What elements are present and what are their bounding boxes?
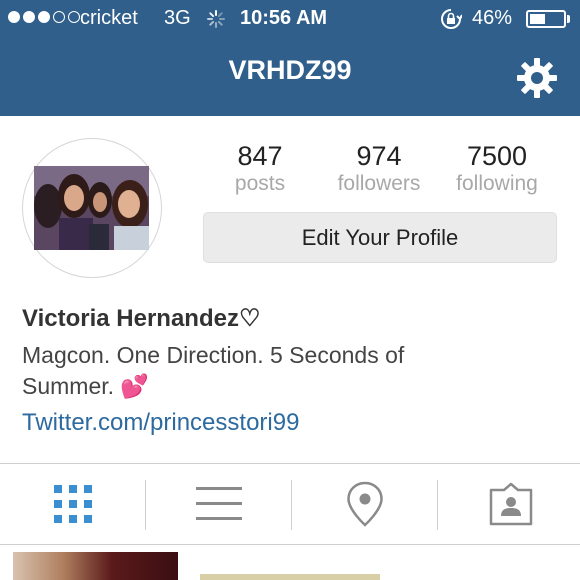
network-type: 3G bbox=[164, 7, 191, 29]
tab-tagged[interactable] bbox=[438, 464, 580, 544]
activity-spinner-icon bbox=[207, 10, 225, 28]
full-name: Victoria Hernandez♡ bbox=[22, 305, 261, 332]
posts-label: posts bbox=[234, 172, 286, 195]
battery-cap bbox=[567, 15, 570, 23]
tab-grid[interactable] bbox=[0, 464, 145, 544]
following-label: following bbox=[456, 172, 538, 195]
followers-count: 974 bbox=[356, 141, 402, 171]
avatar-photo bbox=[34, 166, 149, 250]
list-icon bbox=[195, 487, 242, 520]
battery-icon bbox=[526, 10, 566, 28]
grid-icon bbox=[53, 485, 92, 523]
bio-text: Magcon. One Direction. 5 Seconds of Summ… bbox=[22, 342, 405, 399]
followers-label: followers bbox=[337, 172, 421, 195]
rotation-lock-icon bbox=[441, 9, 462, 29]
battery-percent: 46% bbox=[472, 7, 513, 29]
profile-link[interactable]: Twitter.com/princesstori99 bbox=[22, 409, 299, 437]
tagged-person-icon bbox=[489, 482, 532, 526]
top-bar: cricket 3G 10:56 AM 46% VRHDZ99 bbox=[0, 0, 580, 116]
gear-icon[interactable] bbox=[516, 57, 558, 99]
post-thumbnail[interactable] bbox=[200, 574, 380, 580]
signal-strength-icon bbox=[8, 11, 80, 23]
location-pin-icon bbox=[346, 481, 383, 527]
carrier-name: cricket bbox=[80, 7, 138, 29]
posts-stat[interactable]: 847 posts bbox=[200, 141, 320, 196]
tab-location[interactable] bbox=[292, 464, 437, 544]
profile-tab-bar bbox=[0, 463, 580, 545]
post-thumbnail[interactable] bbox=[13, 552, 178, 580]
following-count: 7500 bbox=[466, 141, 528, 171]
tab-list[interactable] bbox=[146, 464, 291, 544]
profile-username: VRHDZ99 bbox=[228, 55, 352, 85]
status-bar: cricket 3G 10:56 AM 46% bbox=[0, 0, 580, 38]
posts-count: 847 bbox=[237, 141, 283, 171]
clock: 10:56 AM bbox=[240, 7, 328, 29]
following-stat[interactable]: 7500 following bbox=[437, 141, 557, 196]
followers-stat[interactable]: 974 followers bbox=[319, 141, 439, 196]
edit-profile-button[interactable]: Edit Your Profile bbox=[203, 212, 557, 263]
